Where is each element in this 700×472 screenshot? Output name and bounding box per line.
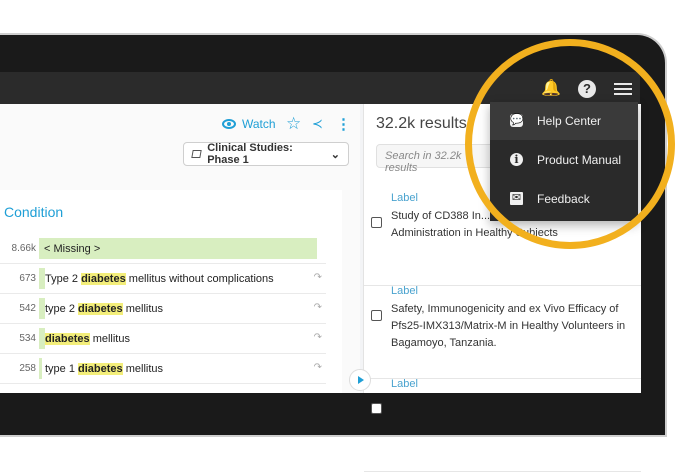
menu-item-label: Product Manual: [537, 153, 622, 167]
menu-item-help-center[interactable]: 💬 Help Center: [490, 102, 638, 140]
star-icon[interactable]: ☆: [286, 114, 301, 134]
drill-arrow-icon[interactable]: ↷: [314, 272, 322, 283]
condition-facet: Condition 8.66k < Missing > 673 Type 2 diab…: [0, 190, 342, 393]
chevron-down-icon: ⌄: [330, 148, 340, 161]
bell-icon[interactable]: 🔔: [541, 80, 561, 98]
help-dropdown-menu: 💬 Help Center i Product Manual ✉ Feedback: [490, 102, 638, 221]
facet-value: < Missing >: [44, 243, 101, 255]
top-bar: 🔔 ?: [0, 72, 640, 104]
eye-icon: [222, 119, 236, 129]
facet-value: type 2 diabetes mellitus: [45, 303, 164, 315]
result-checkbox[interactable]: [371, 310, 382, 321]
drill-arrow-icon[interactable]: ↷: [314, 362, 322, 373]
menu-item-product-manual[interactable]: i Product Manual: [490, 141, 638, 179]
result-item[interactable]: Label Safety, Immunogenicity and ex Vivo …: [364, 285, 641, 379]
count-bar: [39, 328, 45, 349]
result-title[interactable]: Safety, Immunogenicity and ex Vivo Effic…: [391, 301, 631, 352]
facet-value: Type 2 diabetes mellitus without complic…: [45, 273, 274, 285]
menu-icon[interactable]: [614, 80, 632, 98]
watch-button[interactable]: Watch: [222, 117, 276, 131]
facet-row[interactable]: 673 Type 2 diabetes mellitus without comp…: [0, 265, 326, 294]
search-input[interactable]: Search in 32.2k results: [376, 144, 496, 174]
facet-title: Condition: [4, 204, 64, 220]
mail-icon: ✉: [510, 192, 523, 205]
collapse-panel-button[interactable]: [349, 369, 371, 391]
result-item[interactable]: Label: [364, 378, 641, 472]
facet-row[interactable]: 258 type 1 diabetes mellitus ↷: [0, 355, 326, 384]
share-icon[interactable]: ≺: [312, 116, 323, 132]
result-checkbox[interactable]: [371, 217, 382, 228]
help-icon[interactable]: ?: [578, 80, 596, 98]
left-panel: Watch ☆ ≺ ⋮ Clinical Studies: Phase 1 ⌄ …: [0, 104, 360, 393]
facet-count: 534: [19, 333, 36, 344]
menu-item-feedback[interactable]: ✉ Feedback: [490, 180, 638, 218]
facet-count: 542: [19, 303, 36, 314]
facet-row[interactable]: 542 type 2 diabetes mellitus ↷: [0, 295, 326, 324]
facet-row[interactable]: 534 diabetes mellitus ↷: [0, 325, 326, 354]
result-label: Label: [391, 378, 418, 390]
facet-count: 673: [19, 273, 36, 284]
facet-row[interactable]: 8.66k < Missing >: [0, 235, 326, 264]
drill-arrow-icon[interactable]: ↷: [314, 332, 322, 343]
info-icon: i: [510, 153, 523, 166]
dataset-select-label: Clinical Studies: Phase 1: [207, 142, 293, 166]
facet-count: 8.66k: [11, 243, 36, 254]
facet-value: type 1 diabetes mellitus: [45, 363, 164, 375]
count-bar: [39, 268, 45, 289]
count-bar: [39, 358, 42, 379]
dataset-select[interactable]: Clinical Studies: Phase 1 ⌄: [183, 142, 349, 166]
menu-item-label: Feedback: [537, 192, 590, 206]
result-checkbox[interactable]: [371, 403, 382, 414]
chat-icon: 💬: [510, 114, 524, 127]
drill-arrow-icon[interactable]: ↷: [314, 302, 322, 313]
result-label: Label: [391, 192, 418, 204]
count-bar: [39, 298, 45, 319]
facet-count: 258: [19, 363, 36, 374]
menu-item-label: Help Center: [537, 114, 602, 128]
more-icon[interactable]: ⋮: [336, 115, 351, 133]
watch-label: Watch: [242, 117, 276, 131]
result-label: Label: [391, 285, 418, 297]
facet-value: diabetes mellitus: [45, 333, 130, 345]
results-title: 32.2k results: [376, 115, 467, 132]
layers-icon: [191, 150, 202, 158]
